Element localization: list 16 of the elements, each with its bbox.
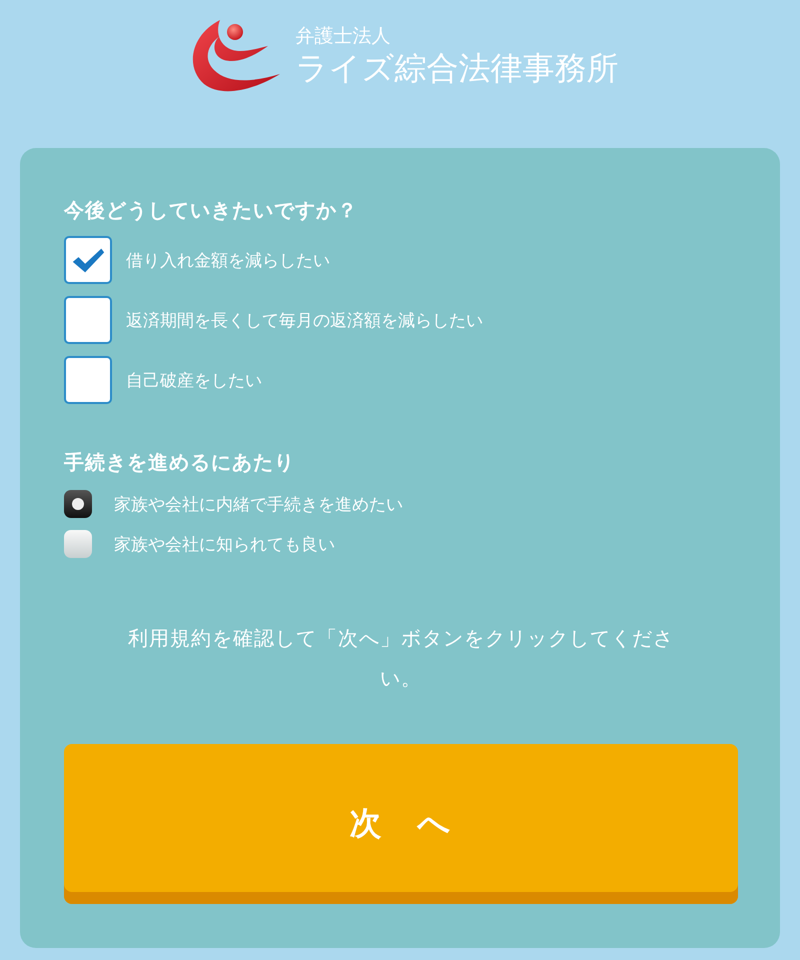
checkbox-label[interactable]: 返済期間を長くして毎月の返済額を減らしたい (126, 308, 483, 332)
radio-label[interactable]: 家族や会社に知られても良い (114, 532, 335, 556)
instruction-text: 利用規約を確認して「次へ」ボタンをクリックしてください。 (127, 625, 675, 692)
checkbox-label[interactable]: 借り入れ金額を減らしたい (126, 248, 330, 272)
checkbox[interactable] (64, 296, 112, 344)
radio-button[interactable] (64, 530, 92, 558)
section-heading: 手続きを進めるにあたり (64, 449, 296, 476)
section-heading: 今後どうしていきたいですか？ (64, 197, 359, 224)
checkbox[interactable] (64, 236, 112, 284)
checkbox[interactable] (64, 356, 112, 404)
next-button[interactable]: 次 へ (64, 744, 738, 904)
firm-name: ライズ綜合法律事務所 (296, 48, 618, 88)
radio-button[interactable] (64, 490, 92, 518)
firm-type-label: 弁護士法人 (296, 24, 392, 48)
radio-label[interactable]: 家族や会社に内緒で手続きを進めたい (114, 492, 403, 516)
checkbox-label[interactable]: 自己破産をしたい (126, 368, 262, 392)
